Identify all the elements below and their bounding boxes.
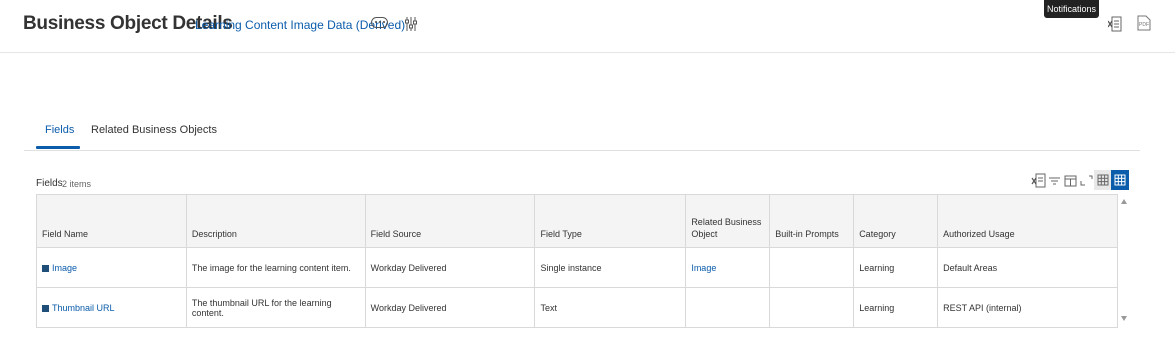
column-header-description[interactable]: Description — [185, 194, 366, 248]
column-header-field-name[interactable]: Field Name — [36, 194, 187, 248]
column-header-authorized-usage[interactable]: Authorized Usage — [937, 194, 1118, 248]
cell-description: The thumbnail URL for the learning conte… — [185, 287, 366, 328]
cell-authorized-usage: Default Areas — [937, 247, 1118, 288]
field-name-link[interactable]: Thumbnail URL — [52, 303, 115, 313]
cell-field-name: Image — [36, 247, 187, 288]
notifications-tooltip: Notifications — [1044, 0, 1099, 18]
column-header-category[interactable]: Category — [853, 194, 939, 248]
cell-category: Learning — [853, 247, 939, 288]
page-header: Business Object Details Learning Content… — [0, 0, 1175, 53]
scroll-down-icon[interactable] — [1121, 316, 1127, 321]
cell-description: The image for the learning content item. — [185, 247, 366, 288]
pdf-icon[interactable]: PDF — [1137, 15, 1151, 31]
ellipsis-icon[interactable] — [371, 17, 388, 28]
related-business-object-link[interactable] — [685, 287, 771, 328]
instance-field-icon — [42, 264, 49, 272]
excel-icon[interactable] — [1108, 16, 1122, 32]
table-row: Image The image for the learning content… — [36, 247, 1118, 288]
column-header-field-source[interactable]: Field Source — [364, 194, 536, 248]
fields-section-title: Fields — [36, 178, 63, 189]
field-name-link[interactable]: Image — [52, 263, 77, 273]
column-header-field-type[interactable]: Field Type — [534, 194, 687, 248]
cell-field-source: Workday Delivered — [364, 247, 536, 288]
column-header-built-in-prompts[interactable]: Built-in Prompts — [769, 194, 855, 248]
tab-bar: Fields Related Business Objects — [24, 116, 1140, 151]
cell-field-source: Workday Delivered — [364, 287, 536, 328]
tab-fields[interactable]: Fields — [45, 124, 74, 136]
cell-field-type: Text — [534, 287, 687, 328]
active-tab-indicator — [36, 146, 80, 149]
cell-category: Learning — [853, 287, 939, 328]
tab-related-business-objects[interactable]: Related Business Objects — [91, 124, 217, 136]
cell-built-in-prompts — [769, 287, 855, 328]
text-field-icon — [42, 304, 49, 312]
svg-text:PDF: PDF — [1139, 22, 1149, 28]
table-row: Thumbnail URL The thumbnail URL for the … — [36, 287, 1118, 328]
related-business-object-link[interactable]: Image — [685, 247, 771, 288]
cell-authorized-usage: REST API (internal) — [937, 287, 1118, 328]
grid-view-icon[interactable] — [1094, 170, 1112, 190]
scroll-up-icon[interactable] — [1121, 199, 1127, 204]
fields-table: Field Name Description Field Source Fiel… — [36, 194, 1118, 328]
column-header-related-business-object[interactable]: Related Business Object — [685, 194, 771, 248]
cell-field-name: Thumbnail URL — [36, 287, 187, 328]
table-header-row: Field Name Description Field Source Fiel… — [36, 194, 1118, 248]
table-scrollbar[interactable] — [1118, 194, 1130, 327]
sliders-icon[interactable] — [404, 16, 418, 32]
table-view-icon[interactable] — [1111, 170, 1129, 190]
fields-item-count: 2 items — [62, 179, 92, 189]
cell-field-type: Single instance — [534, 247, 687, 288]
cell-built-in-prompts — [769, 247, 855, 288]
